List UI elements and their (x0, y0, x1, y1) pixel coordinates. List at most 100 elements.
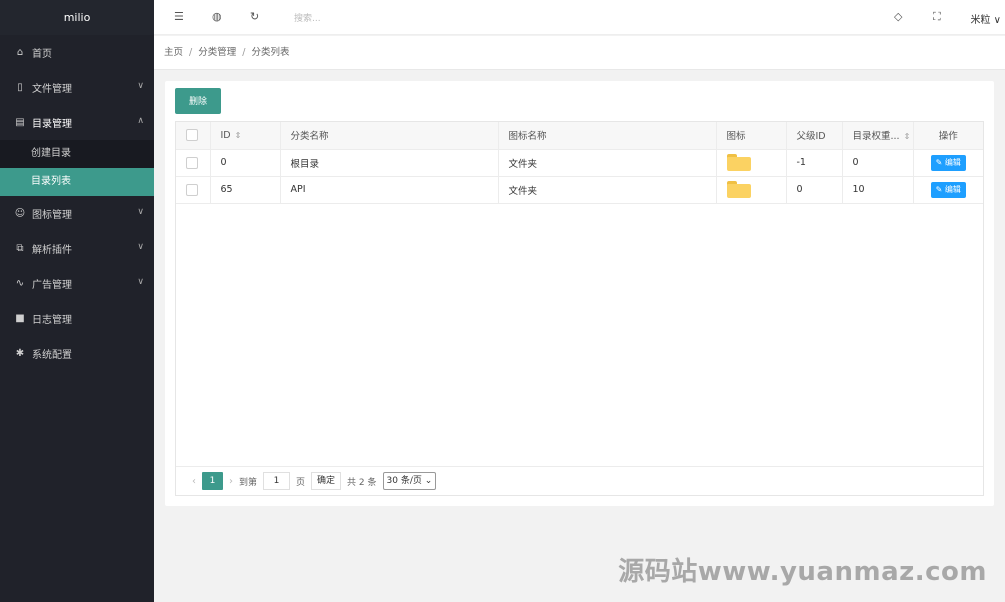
col-name: 分类名称 (280, 122, 499, 150)
breadcrumb-current: 分类列表 (251, 47, 290, 58)
sidebar-item-settings[interactable]: ✱ 系统配置 (0, 336, 154, 371)
category-table: ID ⇕ 分类名称 图标名称 图标 父级ID 目录权重... ⇕ 操作 0 根目录 … (175, 121, 984, 496)
edit-button[interactable]: ✎ 编辑 (930, 181, 966, 198)
sidebar-item-plugins[interactable]: ⧉ 解析插件 ∨ (0, 231, 154, 266)
chevron-down-icon: ∨ (137, 277, 144, 287)
sidebar-item-label: 系统配置 (32, 350, 72, 361)
row-checkbox[interactable] (186, 156, 198, 169)
content-card: 删除 ID ⇕ 分类名称 图标名称 图标 父级ID 目录权重... ⇕ 操作 0… (165, 81, 994, 506)
goto-page-input[interactable]: 1 (263, 472, 291, 490)
row-checkbox-cell (176, 176, 211, 204)
menu-toggle-icon[interactable]: ☰ (174, 10, 184, 23)
sidebar-item-ads[interactable]: ∿ 广告管理 ∨ (0, 266, 154, 301)
goto-label: 到第 (239, 477, 258, 488)
folder-icon (726, 154, 751, 171)
col-action: 操作 (913, 122, 983, 150)
cell-name: API (280, 176, 499, 204)
fullscreen-icon[interactable]: ⛶ (933, 10, 941, 24)
col-parent-id: 父级ID (786, 122, 843, 150)
chevron-down-icon: ⌄ (424, 476, 433, 486)
col-icon-name: 图标名称 (498, 122, 717, 150)
col-icon: 图标 (716, 122, 787, 150)
page-current[interactable]: 1 (202, 472, 223, 490)
cell-icon-name: 文件夹 (498, 149, 717, 177)
chevron-down-icon: ∨ (993, 15, 1001, 26)
cell-parent-id: 0 (786, 176, 843, 204)
smile-icon: ☺ (14, 208, 26, 219)
table-row: 65 API 文件夹 0 10 ✎ 编辑 (176, 176, 983, 204)
search-input[interactable]: 搜索... (294, 11, 321, 24)
user-name: 米粒 (970, 15, 991, 26)
home-icon: ⌂ (16, 47, 24, 58)
col-weight[interactable]: 目录权重... ⇕ (842, 122, 914, 150)
col-id[interactable]: ID ⇕ (210, 122, 281, 150)
next-page-icon[interactable]: › (229, 476, 233, 487)
delete-button[interactable]: 删除 (175, 88, 221, 114)
chevron-down-icon: ∨ (137, 242, 144, 252)
sidebar-item-label: 广告管理 (32, 280, 72, 291)
sidebar-item-label: 首页 (32, 49, 52, 60)
row-checkbox-cell (176, 149, 211, 177)
total-count: 共 2 条 (347, 477, 377, 488)
edit-button[interactable]: ✎ 编辑 (930, 154, 966, 171)
table-row: 0 根目录 文件夹 -1 0 ✎ 编辑 (176, 149, 983, 177)
sidebar-subitem-directory-list[interactable]: 目录列表 (0, 168, 154, 196)
prev-page-icon[interactable]: ‹ (192, 476, 196, 487)
breadcrumb-home[interactable]: 主页 (164, 47, 183, 58)
cell-icon (716, 176, 787, 204)
sidebar-submenu: 创建目录 目录列表 (0, 140, 154, 196)
sidebar-item-home[interactable]: ⌂ 首页 (0, 35, 154, 70)
per-page-select[interactable]: 30 条/页 ⌄ (382, 472, 437, 490)
sidebar-item-label: 文件管理 (32, 84, 72, 95)
cell-id: 0 (210, 149, 281, 177)
cell-icon (716, 149, 787, 177)
sidebar-item-icons[interactable]: ☺ 图标管理 ∨ (0, 196, 154, 231)
sidebar-item-files[interactable]: ▯ 文件管理 ∨ (0, 70, 154, 105)
chevron-down-icon: ∨ (137, 81, 144, 91)
user-menu[interactable]: 米粒 ∨ (970, 11, 1001, 26)
pagination: ‹ 1 › 到第 1 页 确定 共 2 条 30 条/页 ⌄ (176, 466, 983, 495)
sort-icon[interactable]: ⇕ (235, 131, 242, 140)
sidebar-item-label: 解析插件 (32, 245, 72, 256)
directory-icon: ▤ (15, 117, 25, 128)
log-icon: ■ (15, 313, 25, 324)
file-icon: ▯ (17, 82, 23, 93)
cell-id: 65 (210, 176, 281, 204)
cell-action: ✎ 编辑 (913, 176, 983, 204)
pencil-icon: ✎ (935, 184, 943, 194)
header-checkbox-cell (176, 122, 211, 150)
sidebar-subitem-create-directory[interactable]: 创建目录 (0, 140, 154, 168)
sidebar-item-label: 图标管理 (32, 210, 72, 221)
select-all-checkbox[interactable] (186, 129, 198, 142)
cell-parent-id: -1 (786, 149, 843, 177)
breadcrumb-category[interactable]: 分类管理 (198, 47, 236, 58)
plugin-icon: ⧉ (16, 243, 24, 254)
chevron-up-icon: ∧ (137, 116, 144, 126)
row-checkbox[interactable] (186, 183, 198, 196)
cell-name: 根目录 (280, 149, 499, 177)
chevron-down-icon: ∨ (137, 207, 144, 217)
pencil-icon: ✎ (935, 157, 943, 167)
sidebar-item-label: 目录管理 (32, 119, 72, 130)
sidebar-item-logs[interactable]: ■ 日志管理 (0, 301, 154, 336)
breadcrumb: 主页 / 分类管理 / 分类列表 (154, 36, 1005, 70)
table-header-row: ID ⇕ 分类名称 图标名称 图标 父级ID 目录权重... ⇕ 操作 (176, 122, 983, 150)
goto-confirm-button[interactable]: 确定 (311, 472, 342, 490)
folder-icon (726, 181, 751, 198)
app-logo[interactable]: milio (0, 0, 154, 35)
sidebar: milio ⌂ 首页 ▯ 文件管理 ∨ ▤ 目录管理 ∧ 创建目录 目录列表 ☺… (0, 0, 154, 602)
cell-action: ✎ 编辑 (913, 149, 983, 177)
cell-weight: 0 (842, 149, 914, 177)
cell-icon-name: 文件夹 (498, 176, 717, 204)
refresh-icon[interactable]: ↻ (250, 10, 259, 23)
top-header: ☰ ◍ ↻ 搜索... ◇ ⛶ 米粒 ∨ (154, 0, 1005, 35)
sidebar-item-label: 日志管理 (32, 315, 72, 326)
gear-icon: ✱ (15, 348, 25, 359)
page-label: 页 (296, 477, 306, 488)
sort-icon[interactable]: ⇕ (904, 132, 911, 141)
sidebar-item-directories[interactable]: ▤ 目录管理 ∧ (0, 105, 154, 140)
tag-icon[interactable]: ◇ (894, 10, 902, 23)
globe-icon[interactable]: ◍ (212, 10, 222, 23)
cell-weight: 10 (842, 176, 914, 204)
pulse-icon: ∿ (15, 278, 25, 289)
